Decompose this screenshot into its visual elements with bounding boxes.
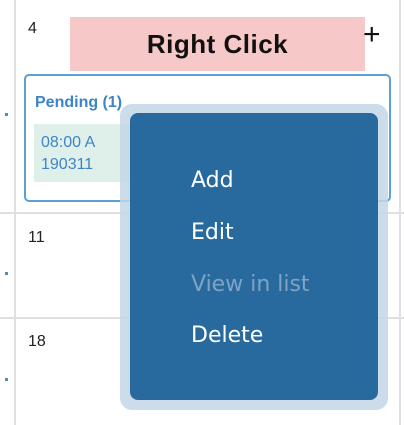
context-menu: Add Edit View in list Delete <box>130 113 378 400</box>
day-number[interactable]: 18 <box>28 333 46 351</box>
row-marker <box>5 378 8 381</box>
menu-item-delete[interactable]: Delete <box>191 323 263 348</box>
menu-item-view-in-list: View in list <box>191 272 310 297</box>
day-number[interactable]: 11 <box>28 229 45 247</box>
row-marker <box>5 113 8 116</box>
pending-title[interactable]: Pending (1) <box>35 94 122 112</box>
day-number[interactable]: 4 <box>28 20 37 38</box>
add-event-icon[interactable]: + <box>363 20 381 50</box>
menu-item-add[interactable]: Add <box>191 168 234 193</box>
menu-item-edit[interactable]: Edit <box>191 220 234 245</box>
right-click-banner: Right Click <box>70 17 365 71</box>
row-marker <box>5 272 8 275</box>
